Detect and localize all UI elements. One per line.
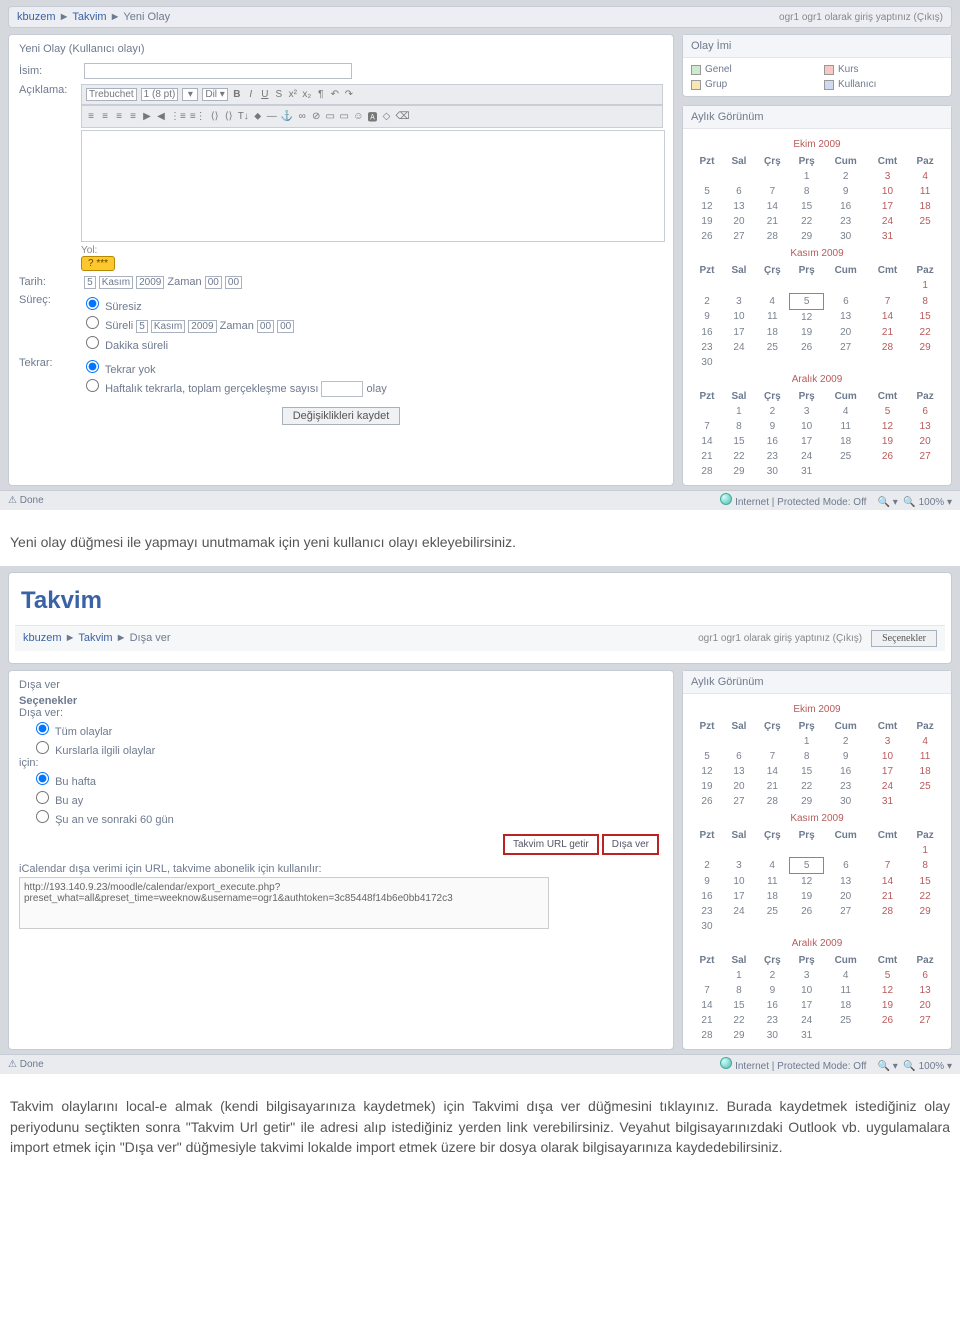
save-button[interactable]: Değişiklikleri kaydet [282,407,401,425]
radio-dakika[interactable] [86,336,99,349]
label-aciklama: Açıklama: [19,84,81,271]
status-bar-2: ⚠ Done Internet | Protected Mode: Off 🔍 … [0,1054,960,1074]
style-select[interactable]: ▾ [182,88,198,101]
yol-button[interactable]: ? *** [81,256,115,271]
screenshot-2: Takvim kbuzem ► Takvim ► Dışa ver ogr1 o… [0,566,960,1075]
radio-tekraryok[interactable] [86,360,99,373]
ical-label: iCalendar dışa verimi için URL, takvime … [19,863,663,875]
font-select[interactable]: Trebuchet [86,88,137,101]
disa-ver-button[interactable]: Dışa ver [602,834,659,855]
screenshot-1: kbuzem ► Takvim ► Yeni Olay ogr1 ogr1 ol… [0,0,960,510]
new-event-panel: Yeni Olay (Kullanıcı olayı) İsim: Açıkla… [8,34,674,486]
label-secenekler: Seçenekler [19,695,663,707]
label-surec: Süreç: [19,294,81,352]
globe-icon [720,1057,732,1069]
radio-suresiz[interactable] [86,297,99,310]
editor-toolbar[interactable]: Trebuchet 1 (8 pt) ▾ Dil ▾ BIUS x²x₂¶↶↷ [81,84,663,105]
label-tarih: Tarih: [19,276,81,288]
sel-day[interactable]: 5 [84,276,96,289]
bc2-takvim[interactable]: Takvim [78,632,112,644]
month-view-box: Aylık Görünüm Ekim 2009PztSalÇrşPrşCumCm… [682,105,952,486]
secenekler-button[interactable]: Seçenekler [871,630,937,647]
bc-current: Yeni Olay [123,11,170,23]
doc-paragraph-2: Takvim olaylarını local-e almak (kendi b… [0,1092,960,1171]
bc-home[interactable]: kbuzem [17,11,56,23]
radio-kurs[interactable] [36,741,49,754]
radio-buhafta[interactable] [36,772,49,785]
panel-title-export: Dışa ver [19,679,663,691]
bc2-home[interactable]: kbuzem [23,632,62,644]
sidebar-2: Aylık Görünüm Ekim 2009PztSalÇrşPrşCumCm… [682,670,952,1051]
sel-year[interactable]: 2009 [136,276,164,289]
radio-buay[interactable] [36,791,49,804]
cal-holder-1: Ekim 2009PztSalÇrşPrşCumCmtPaz1234567891… [683,129,951,485]
tekrar-sayi-input[interactable] [321,381,363,397]
login-info: ogr1 ogr1 olarak giriş yaptınız (Çıkış) [779,12,943,23]
radio-sureli[interactable] [86,316,99,329]
sel-min[interactable]: 00 [225,276,242,289]
status-bar: ⚠ Done Internet | Protected Mode: Off 🔍 … [0,490,960,510]
label-yol: Yol: [81,245,97,256]
label-disa-ver: Dışa ver: [19,707,663,719]
ical-url-box[interactable]: http://193.140.9.23/moodle/calendar/expo… [19,877,549,929]
label-isim: İsim: [19,65,81,77]
month-view-box-2: Aylık Görünüm Ekim 2009PztSalÇrşPrşCumCm… [682,670,952,1051]
key-kurs[interactable]: Kurs [824,64,943,75]
radio-haftalik[interactable] [86,379,99,392]
key-kullanici[interactable]: Kullanıcı [824,79,943,90]
login-info-2: ogr1 ogr1 olarak giriş yaptınız (Çıkış) [698,633,862,644]
size-select[interactable]: 1 (8 pt) [141,88,179,101]
bc2-current: Dışa ver [130,632,171,644]
isim-input[interactable] [84,63,352,79]
breadcrumb-2: kbuzem ► Takvim ► Dışa ver ogr1 ogr1 ola… [15,625,945,651]
editor-textarea[interactable] [81,130,665,242]
sel-month[interactable]: Kasım [99,276,133,289]
label-tekrar: Tekrar: [19,357,81,397]
key-genel[interactable]: Genel [691,64,810,75]
radio-60gun[interactable] [36,810,49,823]
sel-hour[interactable]: 00 [205,276,222,289]
export-panel: Dışa ver Seçenekler Dışa ver: Tüm olayla… [8,670,674,1051]
key-grup[interactable]: Grup [691,79,810,90]
radio-tum[interactable] [36,722,49,735]
page-title: Takvim [15,579,945,625]
globe-icon [720,493,732,505]
doc-paragraph-1: Yeni olay düğmesi ile yapmayı unutmamak … [0,528,960,566]
takvim-url-getir-button[interactable]: Takvim URL getir [503,834,599,855]
bc-takvim[interactable]: Takvim [72,11,106,23]
cal-holder-2: Ekim 2009PztSalÇrşPrşCumCmtPaz1234567891… [683,694,951,1050]
breadcrumb: kbuzem ► Takvim ► Yeni Olay ogr1 ogr1 ol… [8,6,952,28]
editor-toolbar-2[interactable]: ≡≡≡≡▶◀ ⋮≡≡⋮⟨⟩⟨⟩ T↓⬥—⚓∞⊘ ▭▭☺🅰◇⌫ [81,105,663,128]
panel-title: Yeni Olay (Kullanıcı olayı) [19,43,663,55]
label-icin: için: [19,757,663,769]
event-key-box: Olay İmi Genel Kurs Grup Kullanıcı [682,34,952,97]
sidebar: Olay İmi Genel Kurs Grup Kullanıcı Aylık… [682,34,952,486]
